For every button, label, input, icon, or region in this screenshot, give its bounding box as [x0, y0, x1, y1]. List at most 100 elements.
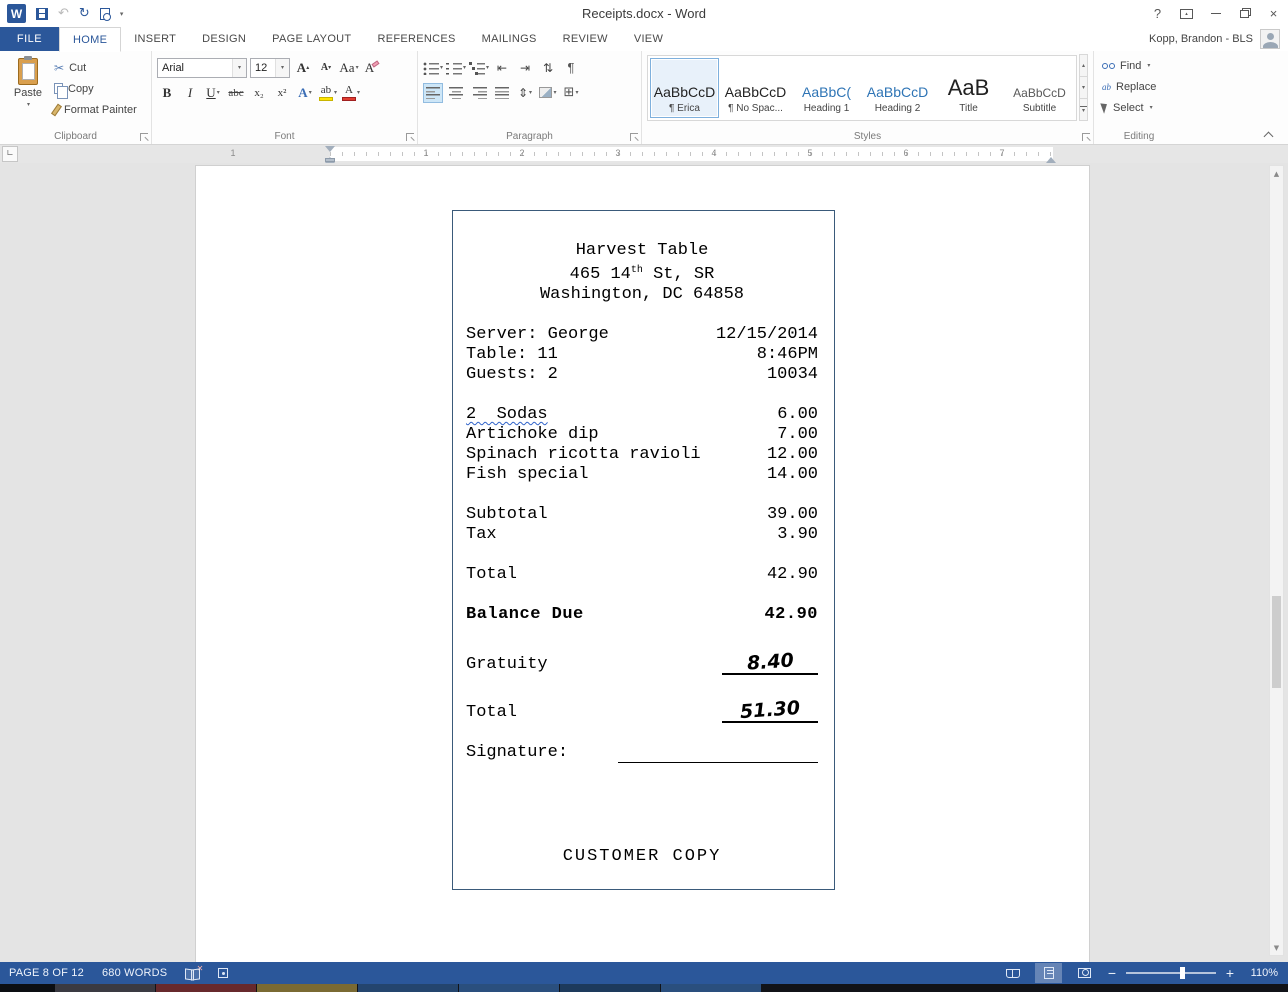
redo-icon[interactable]: ↻ [79, 7, 90, 20]
font-dialog-launcher[interactable] [406, 133, 414, 141]
taskbar-window[interactable] [358, 984, 458, 992]
ribbon-display-options-button[interactable]: ▴ [1172, 0, 1201, 27]
restore-button[interactable] [1230, 0, 1259, 27]
word-count-indicator[interactable]: 680 WORDS [102, 967, 167, 979]
grow-font-button[interactable]: A▴ [293, 58, 313, 78]
tab-selector[interactable]: ∟ [2, 146, 18, 162]
multilevel-list-button[interactable]: ▾ [469, 58, 489, 78]
ribbon-tab[interactable]: PAGE LAYOUT [259, 27, 364, 51]
bullets-button[interactable]: ▾ [423, 58, 443, 78]
collapse-ribbon-icon[interactable] [1264, 130, 1272, 138]
styles-scroll-up-icon[interactable]: ▴ [1079, 54, 1088, 77]
font-family-combo[interactable]: Arial ▾ [157, 58, 247, 78]
replace-button[interactable]: abReplace [1099, 76, 1179, 97]
clear-formatting-button[interactable]: A [362, 58, 382, 78]
ribbon-tab[interactable]: REFERENCES [364, 27, 468, 51]
style-item[interactable]: AaBbCcD ¶ No Spac... [721, 58, 790, 118]
align-right-button[interactable] [469, 83, 489, 103]
font-size-combo[interactable]: 12 ▾ [250, 58, 290, 78]
superscript-button[interactable]: x² [272, 83, 292, 103]
windows-taskbar[interactable] [0, 984, 1288, 992]
select-button[interactable]: Select▾ [1099, 97, 1179, 118]
format-painter-button[interactable]: Format Painter [51, 99, 140, 120]
shading-button[interactable]: ▾ [538, 83, 558, 103]
underline-button[interactable]: U▾ [203, 83, 223, 103]
text-effects-button[interactable]: A▾ [295, 83, 315, 103]
copy-button[interactable]: Copy [51, 78, 140, 99]
read-mode-button[interactable] [999, 963, 1026, 983]
paragraph-dialog-launcher[interactable] [630, 133, 638, 141]
styles-dialog-launcher[interactable] [1082, 133, 1090, 141]
scroll-up-icon[interactable]: ▲ [1270, 166, 1283, 181]
undo-icon[interactable]: ↶ [58, 7, 69, 20]
taskbar-window[interactable] [661, 984, 761, 992]
close-button[interactable]: × [1259, 0, 1288, 27]
show-formatting-marks-button[interactable]: ¶ [561, 58, 581, 78]
style-item[interactable]: AaBbCcD Heading 2 [863, 58, 932, 118]
line-spacing-button[interactable]: ⇕▾ [515, 83, 535, 103]
right-indent-marker[interactable] [1046, 152, 1056, 163]
taskbar-start-area[interactable] [0, 984, 55, 992]
cut-button[interactable]: ✂Cut [51, 57, 140, 78]
taskbar-window[interactable] [257, 984, 357, 992]
style-item[interactable]: AaBbCcD ¶ Erica [650, 58, 719, 118]
find-button[interactable]: Find▾ [1099, 55, 1179, 76]
italic-button[interactable]: I [180, 83, 200, 103]
justify-button[interactable] [492, 83, 512, 103]
styles-scroll-down-icon[interactable]: ▾ [1079, 76, 1088, 99]
ribbon-tab[interactable]: VIEW [621, 27, 676, 51]
taskbar-window[interactable] [156, 984, 256, 992]
ribbon-tab[interactable]: HOME [59, 27, 121, 52]
change-case-button[interactable]: Aa▾ [339, 58, 359, 78]
zoom-in-button[interactable]: + [1225, 966, 1235, 980]
proofing-errors-icon[interactable]: ✕ [185, 968, 200, 979]
vertical-scrollbar[interactable]: ▲ ▼ [1269, 165, 1284, 956]
align-left-button[interactable] [423, 83, 443, 103]
zoom-slider-thumb[interactable] [1180, 967, 1185, 979]
taskbar-window[interactable] [560, 984, 660, 992]
style-item[interactable]: AaB Title [934, 58, 1003, 118]
strikethrough-button[interactable]: abc [226, 83, 246, 103]
font-size-caret-icon[interactable]: ▾ [275, 59, 289, 77]
document-page[interactable]: Harvest Table 465 14th St, SR Washington… [195, 165, 1090, 962]
font-color-button[interactable]: A ▾ [341, 83, 361, 103]
align-center-button[interactable] [446, 83, 466, 103]
ribbon-tab[interactable]: DESIGN [189, 27, 259, 51]
style-item[interactable]: AaBbCcD Subtitle [1005, 58, 1074, 118]
decrease-indent-button[interactable]: ⇤ [492, 58, 512, 78]
ribbon-tab[interactable]: MAILINGS [469, 27, 550, 51]
account-avatar[interactable] [1260, 29, 1280, 49]
paste-button[interactable]: Paste ▾ [5, 55, 51, 128]
account-area[interactable]: Kopp, Brandon - BLS [1149, 27, 1280, 51]
save-icon[interactable] [36, 8, 48, 20]
qat-customize-caret-icon[interactable]: ▾ [120, 10, 124, 18]
styles-gallery-more-icon[interactable]: ▾ [1079, 98, 1088, 121]
shrink-font-button[interactable]: A▾ [316, 58, 336, 78]
zoom-level[interactable]: 110% [1244, 967, 1278, 979]
taskbar-window[interactable] [459, 984, 559, 992]
macro-record-icon[interactable] [218, 968, 228, 978]
borders-button[interactable]: ⊞▾ [561, 83, 581, 103]
print-preview-icon[interactable] [100, 8, 110, 20]
taskbar-window[interactable] [55, 984, 155, 992]
help-button[interactable]: ? [1143, 0, 1172, 27]
web-layout-button[interactable] [1071, 963, 1098, 983]
page-indicator[interactable]: PAGE 8 OF 12 [9, 967, 84, 979]
zoom-out-button[interactable]: − [1107, 966, 1117, 980]
left-indent-marker[interactable] [325, 158, 335, 162]
ribbon-tab[interactable]: REVIEW [550, 27, 621, 51]
clipboard-dialog-launcher[interactable] [140, 133, 148, 141]
tab-file[interactable]: FILE [0, 27, 59, 51]
scroll-down-icon[interactable]: ▼ [1270, 940, 1283, 955]
zoom-slider[interactable] [1126, 972, 1216, 974]
subscript-button[interactable]: x₂ [249, 83, 269, 103]
highlight-color-button[interactable]: ab ▾ [318, 83, 338, 103]
increase-indent-button[interactable]: ⇥ [515, 58, 535, 78]
style-item[interactable]: AaBbC( Heading 1 [792, 58, 861, 118]
minimize-button[interactable] [1201, 0, 1230, 27]
scrollbar-thumb[interactable] [1272, 596, 1281, 688]
font-family-caret-icon[interactable]: ▾ [232, 59, 246, 77]
ribbon-tab[interactable]: INSERT [121, 27, 189, 51]
sort-button[interactable]: ⇅ [538, 58, 558, 78]
print-layout-button[interactable] [1035, 963, 1062, 983]
